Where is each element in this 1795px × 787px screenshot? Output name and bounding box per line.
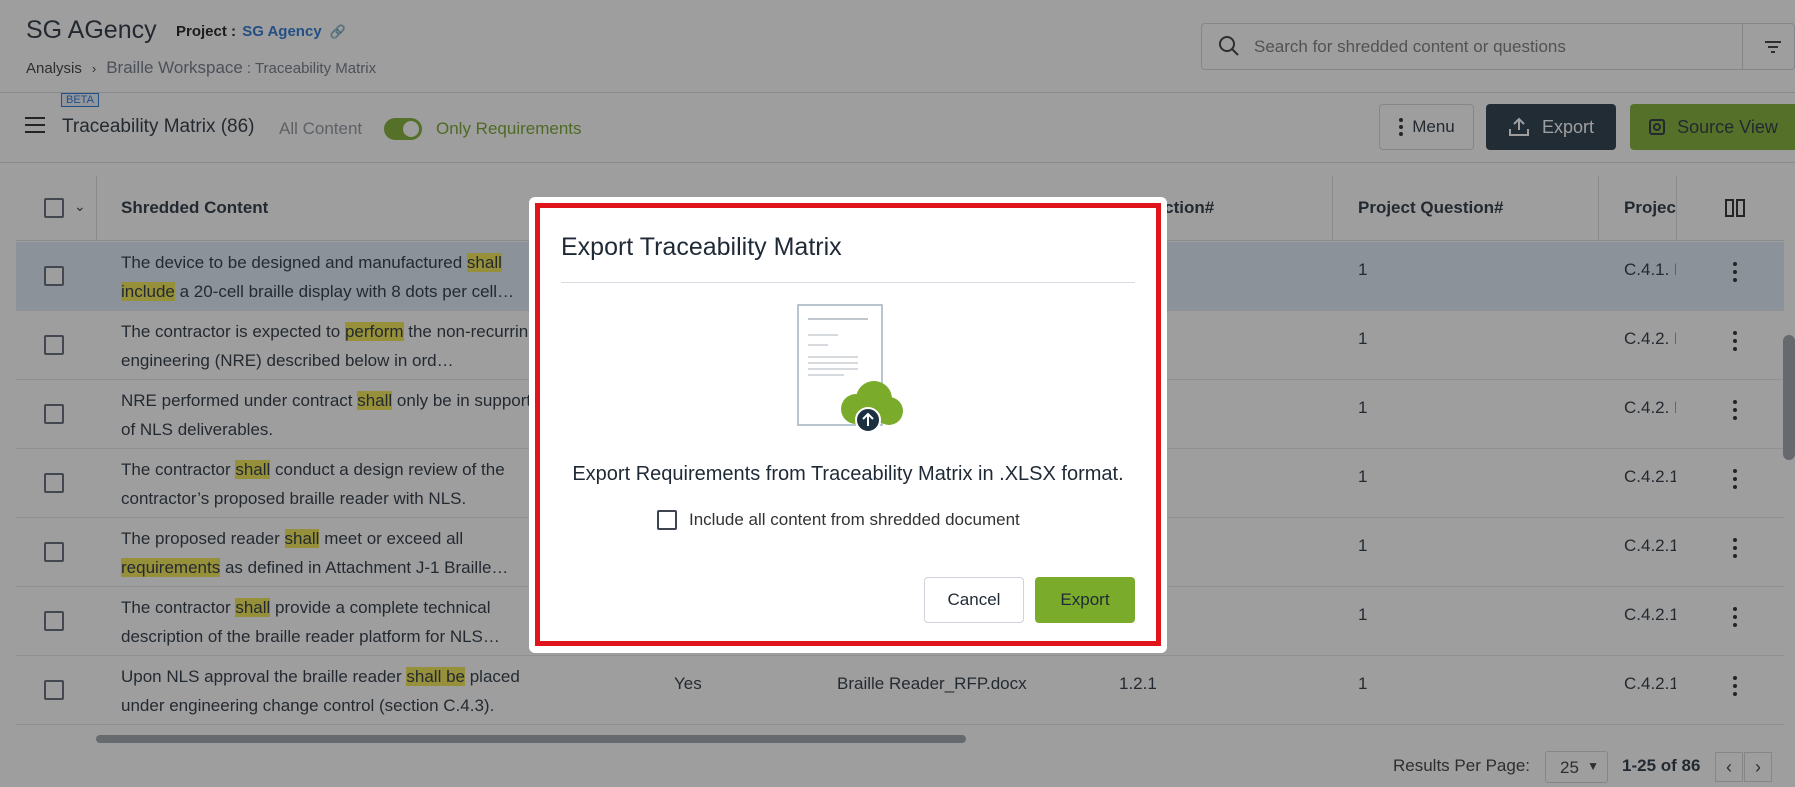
cancel-button[interactable]: Cancel xyxy=(924,577,1024,623)
include-all-content-option: Include all content from shredded docume… xyxy=(657,510,1020,530)
document-upload-icon xyxy=(797,304,903,433)
dialog-divider xyxy=(561,282,1135,283)
export-dialog: Export Traceability Matrix Export Requir… xyxy=(529,197,1167,653)
include-all-content-checkbox[interactable] xyxy=(657,510,677,530)
dialog-export-button[interactable]: Export xyxy=(1035,577,1135,623)
dialog-message: Export Requirements from Traceability Ma… xyxy=(572,463,1124,485)
dialog-title: Export Traceability Matrix xyxy=(561,233,842,261)
include-all-content-label[interactable]: Include all content from shredded docume… xyxy=(689,510,1020,530)
